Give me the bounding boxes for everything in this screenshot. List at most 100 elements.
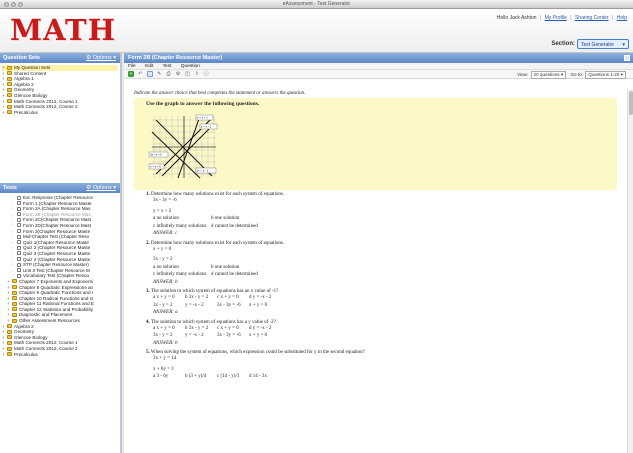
add-icon[interactable]: +: [128, 71, 134, 77]
answer-option[interactable]: d 14 - 3x: [249, 373, 281, 381]
question-number: 2.: [146, 240, 150, 246]
answer-option[interactable]: 3x - y = 2: [153, 332, 185, 340]
answer-option[interactable]: b 3x - y = 2: [185, 325, 217, 333]
answer-option[interactable]: 3x - 3y = -6: [217, 302, 249, 310]
scrollbar-thumb[interactable]: [629, 91, 633, 115]
menu-edit[interactable]: Edit: [145, 64, 153, 69]
toolbar: + ↶ ✎ ⎙ ⚙ ◫ ⇪ ⓘ View: 20 questions ▾ Go …: [124, 70, 633, 79]
tree-item-label: Math Connects 2012, Course 1: [14, 340, 78, 346]
document-icon: [17, 257, 21, 262]
save-icon[interactable]: [146, 71, 153, 77]
tree-item-label: Form 1 (Chapter Resource Maste: [23, 200, 92, 206]
tree-item-label: Quiz 2 (Chapter Resource Maste: [23, 245, 91, 251]
folder-icon: [7, 324, 12, 329]
document-icon: [17, 268, 21, 273]
edit-icon[interactable]: ✎: [156, 71, 162, 77]
answer-option[interactable]: 3x - 3y = -6: [217, 332, 249, 340]
tree-item[interactable]: + Precalculus: [2, 110, 118, 116]
question-number: 5.: [146, 350, 150, 355]
answer-option[interactable]: c infinitely many solutions: [153, 271, 211, 279]
tree-item-label: My Question Sets: [14, 65, 51, 70]
answer-option[interactable]: d y = -x - 2: [249, 294, 281, 302]
answer-option[interactable]: c x + y = 0: [217, 294, 249, 302]
answer-option[interactable]: y = -x - 2: [185, 332, 217, 340]
view-select[interactable]: 20 questions ▾: [530, 71, 567, 79]
question-item: 2. Determine how many solutions exist fo…: [146, 241, 617, 287]
document-icon: [17, 234, 21, 239]
menu-bar: File Edit Test Question: [124, 63, 633, 70]
answer-option[interactable]: c infinitely many solutions: [153, 223, 211, 231]
settings-icon[interactable]: ⚙: [175, 71, 181, 77]
answer-option[interactable]: a no solution: [153, 264, 211, 272]
instructions: Indicate the answer choice that best com…: [134, 91, 306, 96]
folder-icon: [12, 318, 17, 323]
answer-option[interactable]: x + y = 0: [249, 302, 281, 310]
question-sets-tree: + My Question Sets + Shared Content + Algebra…: [0, 63, 120, 183]
close-panel-icon[interactable]: [624, 55, 630, 61]
menu-file[interactable]: File: [128, 64, 136, 69]
equation-line: x + 6y = 3: [153, 366, 174, 372]
sharing-center-link[interactable]: Sharing Center: [575, 15, 609, 21]
section-select[interactable]: Test Generator ▾: [577, 39, 629, 49]
answer-key: ANSWER: b: [153, 279, 178, 285]
menu-test[interactable]: Test: [163, 64, 172, 69]
answer-option[interactable]: a x + y = 0: [153, 294, 185, 302]
tree-item[interactable]: + Precalculus: [2, 352, 118, 358]
info-icon[interactable]: ⓘ: [203, 71, 209, 77]
answer-option[interactable]: a x + y = 0: [153, 325, 185, 333]
answer-option[interactable]: b one solution: [211, 215, 269, 223]
tree-item-label: Precalculus: [14, 351, 38, 357]
answer-option[interactable]: x + y = 0: [249, 332, 281, 340]
menu-question[interactable]: Question: [181, 64, 200, 69]
graph-label: y = x - 2: [201, 125, 212, 129]
answer-option[interactable]: a no solution: [153, 215, 211, 223]
question-item: 1. Determine how many solutions exist fo…: [146, 192, 617, 238]
tests-options-link[interactable]: ⚙ Options ▾: [86, 185, 116, 191]
answer-option[interactable]: y = -x - 2: [185, 302, 217, 310]
question-sets-options-link[interactable]: ⚙ Options ▾: [86, 55, 116, 61]
answer-option[interactable]: b (3 + y)/4: [185, 373, 217, 381]
export-icon[interactable]: ⇪: [194, 71, 200, 77]
user-links: Hello Jack Ashton | My Profile | Sharing…: [496, 15, 627, 21]
tree-item-label: Math Connects 2012, Course 2: [14, 104, 78, 110]
document-icon: [17, 223, 21, 228]
answer-option[interactable]: d y = -x - 2: [249, 325, 281, 333]
goto-select[interactable]: Questions 1-20 ▾: [585, 71, 626, 79]
answer-option[interactable]: c x + y = 0: [217, 325, 249, 333]
print-icon[interactable]: ⎙: [166, 71, 172, 77]
preview-icon[interactable]: ◫: [184, 71, 190, 77]
folder-icon: [12, 312, 17, 317]
tree-item-label: Quiz 3 (Chapter Resource Maste: [23, 250, 91, 256]
tree-item-label: Quiz 1(Chapter Resource Maste: [23, 239, 89, 245]
answer-option[interactable]: a 3 - 6y: [153, 373, 185, 381]
folder-icon: [12, 307, 17, 312]
answer-option[interactable]: c (14 - y)/3: [217, 373, 249, 381]
folder-icon: [7, 335, 12, 340]
document-icon: [17, 251, 21, 256]
folder-icon: [7, 99, 12, 104]
folder-icon: [7, 110, 12, 115]
tree-item-label: Chapter 12 Statistics and Probability: [19, 306, 94, 312]
undo-icon[interactable]: ↶: [137, 71, 143, 77]
help-link[interactable]: Help: [617, 15, 627, 21]
tree-item-label: Ext. Response (Chapter Resource: [23, 195, 93, 200]
answer-option[interactable]: b 3x - y = 2: [185, 294, 217, 302]
answer-option[interactable]: d cannot be determined: [211, 271, 269, 279]
answer-option[interactable]: d cannot be determined: [211, 223, 269, 231]
answer-option[interactable]: 3x - y = 2: [153, 302, 185, 310]
section-label: Section:: [551, 41, 575, 47]
tree-item-label: Form 2B (Chapter Resource Mas: [23, 211, 91, 217]
question-text: Determine how many solutions exist for e…: [151, 240, 285, 246]
folder-icon: [7, 71, 12, 76]
document-icon: [17, 229, 21, 234]
tree-item-label: Chapter 11 Rational Functions and E: [19, 301, 94, 307]
folder-icon: [7, 346, 12, 351]
app-header: MATH Hello Jack Ashton | My Profile | Sh…: [0, 9, 633, 53]
answer-key: ANSWER: a: [153, 310, 178, 315]
vertical-scrollbar[interactable]: [627, 89, 633, 453]
answer-key: ANSWER: c: [153, 231, 178, 236]
answer-option[interactable]: b one solution: [211, 264, 269, 272]
equation-line: 3x + y = 14: [153, 356, 177, 361]
tree-item-label: Algebra 1: [14, 76, 34, 82]
my-profile-link[interactable]: My Profile: [545, 15, 567, 21]
